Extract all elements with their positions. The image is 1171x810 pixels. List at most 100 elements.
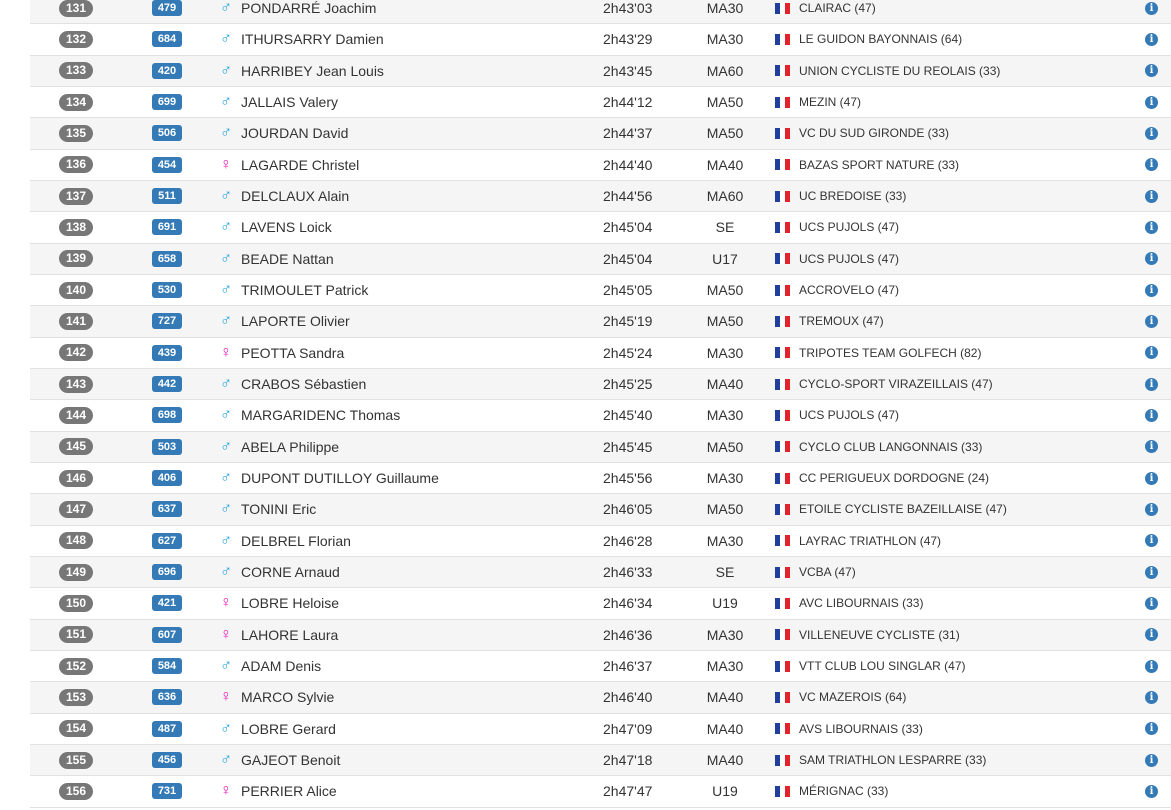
france-flag-icon bbox=[775, 754, 790, 766]
club-name: ACCROVELO (47) bbox=[799, 283, 900, 298]
athlete-name: PEOTTA Sandra bbox=[241, 344, 345, 361]
bib-number-badge: 421 bbox=[152, 595, 182, 612]
finish-time: 2h46'40 bbox=[603, 689, 653, 706]
info-icon[interactable]: i bbox=[1145, 784, 1158, 798]
club-name: MÉRIGNAC (33) bbox=[799, 784, 889, 799]
finish-time: 2h44'37 bbox=[603, 125, 653, 142]
info-icon[interactable]: i bbox=[1145, 565, 1158, 579]
info-icon[interactable]: i bbox=[1145, 252, 1158, 266]
female-gender-icon: ♀ bbox=[220, 594, 232, 612]
table-row: 153 636 ♀ MARCO Sylvie 2h46'40 MA40 VC M… bbox=[30, 682, 1171, 714]
info-icon[interactable]: i bbox=[1145, 377, 1158, 391]
athlete-name: CRABOS Sébastien bbox=[241, 376, 367, 393]
flag-stripe-red bbox=[785, 96, 790, 108]
category: MA30 bbox=[706, 532, 744, 549]
info-icon[interactable]: i bbox=[1145, 690, 1158, 704]
category: U19 bbox=[712, 783, 738, 800]
table-row: 141 727 ♂ LAPORTE Olivier 2h45'19 MA50 T… bbox=[30, 306, 1171, 338]
france-flag-icon bbox=[775, 597, 790, 609]
finish-time: 2h43'29 bbox=[603, 31, 653, 48]
info-icon[interactable]: i bbox=[1145, 158, 1158, 172]
athlete-name: HARRIBEY Jean Louis bbox=[241, 62, 384, 79]
france-flag-icon bbox=[775, 378, 790, 390]
france-flag-icon bbox=[775, 159, 790, 171]
table-row: 135 506 ♂ JOURDAN David 2h44'37 MA50 VC … bbox=[30, 118, 1171, 150]
info-icon[interactable]: i bbox=[1145, 440, 1158, 454]
info-icon[interactable]: i bbox=[1145, 408, 1158, 422]
category: MA30 bbox=[706, 658, 744, 675]
france-flag-icon bbox=[775, 127, 790, 139]
flag-stripe-red bbox=[785, 378, 790, 390]
info-icon[interactable]: i bbox=[1145, 126, 1158, 140]
table-row: 131 479 ♂ PONDARRÉ Joachim 2h43'03 MA30 … bbox=[30, 0, 1171, 25]
info-icon[interactable]: i bbox=[1145, 220, 1158, 234]
bib-number-badge: 627 bbox=[152, 532, 182, 549]
athlete-name: MARGARIDENC Thomas bbox=[241, 407, 401, 424]
category: MA40 bbox=[706, 720, 744, 737]
male-gender-icon: ♂ bbox=[220, 751, 232, 769]
info-icon[interactable]: i bbox=[1145, 346, 1158, 360]
category: MA60 bbox=[706, 188, 744, 205]
male-gender-icon: ♂ bbox=[220, 0, 232, 17]
flag-stripe-red bbox=[785, 441, 790, 453]
rank-badge: 155 bbox=[59, 751, 93, 769]
results-table: 131 479 ♂ PONDARRÉ Joachim 2h43'03 MA30 … bbox=[30, 0, 1171, 808]
france-flag-icon bbox=[775, 33, 790, 45]
flag-stripe-red bbox=[785, 159, 790, 171]
club-name: VC MAZEROIS (64) bbox=[799, 690, 907, 705]
france-flag-icon bbox=[775, 190, 790, 202]
finish-time: 2h43'45 bbox=[603, 62, 653, 79]
france-flag-icon bbox=[775, 284, 790, 296]
info-icon[interactable]: i bbox=[1145, 283, 1158, 297]
table-row: 154 487 ♂ LOBRE Gerard 2h47'09 MA40 AVS … bbox=[30, 714, 1171, 745]
info-icon[interactable]: i bbox=[1145, 722, 1158, 736]
club-name: AVC LIBOURNAIS (33) bbox=[799, 596, 924, 611]
france-flag-icon bbox=[775, 2, 790, 14]
info-icon[interactable]: i bbox=[1145, 596, 1158, 610]
info-icon[interactable]: i bbox=[1145, 659, 1158, 673]
category: MA50 bbox=[706, 282, 744, 299]
table-row: 144 698 ♂ MARGARIDENC Thomas 2h45'40 MA3… bbox=[30, 400, 1171, 432]
club-name: LE GUIDON BAYONNAIS (64) bbox=[799, 32, 963, 47]
club-name: VTT CLUB LOU SINGLAR (47) bbox=[799, 659, 966, 674]
athlete-name: JOURDAN David bbox=[241, 125, 349, 142]
club-name: UC BREDOISE (33) bbox=[799, 189, 907, 204]
flag-stripe-red bbox=[785, 503, 790, 515]
france-flag-icon bbox=[775, 253, 790, 265]
france-flag-icon bbox=[775, 660, 790, 672]
category: MA40 bbox=[706, 376, 744, 393]
info-icon[interactable]: i bbox=[1145, 95, 1158, 109]
male-gender-icon: ♂ bbox=[220, 249, 232, 267]
info-icon[interactable]: i bbox=[1145, 471, 1158, 485]
info-icon[interactable]: i bbox=[1145, 502, 1158, 516]
table-row: 132 684 ♂ ITHURSARRY Damien 2h43'29 MA30… bbox=[30, 24, 1171, 56]
flag-stripe-red bbox=[785, 785, 790, 797]
athlete-name: LAVENS Loick bbox=[241, 219, 332, 236]
france-flag-icon bbox=[775, 221, 790, 233]
info-icon[interactable]: i bbox=[1145, 32, 1158, 46]
rank-badge: 141 bbox=[59, 312, 93, 330]
rank-badge: 139 bbox=[59, 250, 93, 268]
bib-number-badge: 456 bbox=[152, 752, 182, 769]
info-icon[interactable]: i bbox=[1145, 189, 1158, 203]
info-icon[interactable]: i bbox=[1145, 534, 1158, 548]
info-icon[interactable]: i bbox=[1145, 64, 1158, 78]
finish-time: 2h46'28 bbox=[603, 532, 653, 549]
athlete-name: LOBRE Heloise bbox=[241, 595, 340, 612]
table-row: 149 696 ♂ CORNE Arnaud 2h46'33 SE VCBA (… bbox=[30, 556, 1171, 589]
club-name: UCS PUJOLS (47) bbox=[799, 251, 900, 266]
club-name: CYCLO CLUB LANGONNAIS (33) bbox=[799, 439, 983, 454]
france-flag-icon bbox=[775, 785, 790, 797]
info-icon[interactable]: i bbox=[1145, 628, 1158, 642]
category: MA40 bbox=[706, 752, 744, 769]
club-name: BAZAS SPORT NATURE (33) bbox=[799, 157, 960, 172]
info-icon[interactable]: i bbox=[1145, 1, 1158, 15]
table-row: 146 406 ♂ DUPONT DUTILLOY Guillaume 2h45… bbox=[30, 463, 1171, 495]
rank-badge: 149 bbox=[59, 563, 93, 581]
bib-number-badge: 530 bbox=[152, 282, 182, 299]
info-icon[interactable]: i bbox=[1145, 314, 1158, 328]
info-icon[interactable]: i bbox=[1145, 753, 1158, 767]
bib-number-badge: 406 bbox=[152, 470, 182, 487]
finish-time: 2h45'04 bbox=[603, 250, 653, 267]
bib-number-badge: 420 bbox=[152, 62, 182, 79]
